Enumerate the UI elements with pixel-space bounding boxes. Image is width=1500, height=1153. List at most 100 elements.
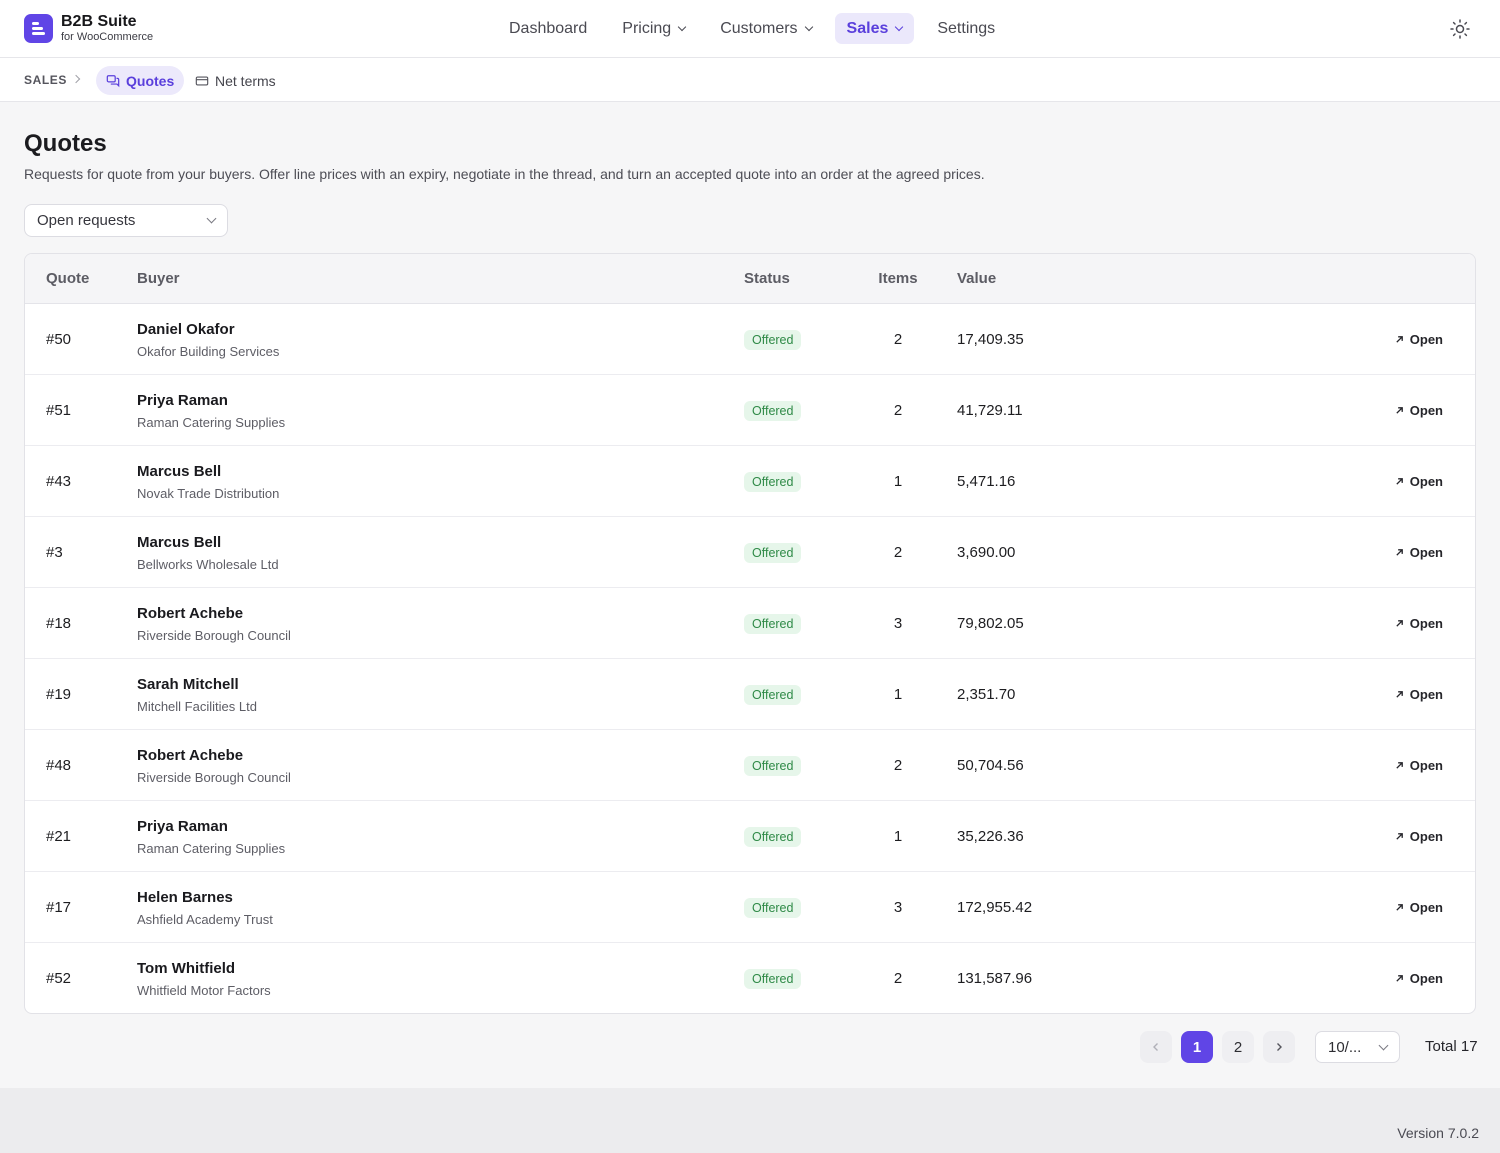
table-row[interactable]: #17 Helen Barnes Ashfield Academy Trust Off…	[25, 872, 1475, 943]
arrow-up-right-icon	[1396, 975, 1403, 982]
tab-quotes[interactable]: Quotes	[96, 66, 185, 95]
page-description: Requests for quote from your buyers. Off…	[24, 166, 985, 182]
table-row[interactable]: #48 Robert Achebe Riverside Borough Counci…	[25, 730, 1475, 801]
status-cell: Offered	[744, 472, 802, 492]
quote-id: #21	[46, 828, 72, 845]
nav-sales[interactable]: Sales	[834, 13, 915, 44]
nav-dashboard[interactable]: Dashboard	[497, 13, 599, 44]
table-row[interactable]: #19 Sarah Mitchell Mitchell Facilities Ltd…	[25, 659, 1475, 730]
open-label: Open	[1409, 971, 1443, 986]
open-quote-link[interactable]: Open	[1395, 829, 1443, 844]
page-1-button[interactable]: 1	[1181, 1031, 1213, 1063]
nav-pricing[interactable]: Pricing	[610, 13, 697, 44]
buyer-company: Whitfield Motor Factors	[137, 983, 271, 998]
open-quote-link[interactable]: Open	[1395, 758, 1443, 773]
total-count: Total 17	[1425, 1038, 1478, 1055]
buyer-company: Bellworks Wholesale Ltd	[137, 557, 279, 572]
buyer-company: Riverside Borough Council	[137, 628, 291, 643]
status-cell: Offered	[744, 401, 802, 421]
nav-settings[interactable]: Settings	[925, 13, 1007, 44]
card-icon	[195, 75, 209, 86]
table-row[interactable]: #51 Priya Raman Raman Catering Supplies Off…	[25, 375, 1475, 446]
open-label: Open	[1409, 545, 1443, 560]
status-cell: Offered	[744, 614, 802, 634]
status-badge: Offered	[744, 827, 802, 847]
table-row[interactable]: #18 Robert Achebe Riverside Borough Counci…	[25, 588, 1475, 659]
page-size-select[interactable]: 10/...	[1315, 1031, 1400, 1063]
buyer-name: Priya Raman	[137, 392, 228, 409]
status-badge: Offered	[744, 401, 802, 421]
status-badge: Offered	[744, 330, 802, 350]
chat-icon	[106, 74, 120, 87]
buyer-name: Priya Raman	[137, 818, 228, 835]
quote-value: 2,351.70	[957, 686, 1016, 703]
arrow-up-right-icon	[1396, 336, 1403, 343]
tab-net-terms[interactable]: Net terms	[185, 66, 286, 95]
quote-id: #52	[46, 970, 72, 987]
status-filter-select[interactable]: Open requests	[24, 204, 228, 237]
table-row[interactable]: #21 Priya Raman Raman Catering Supplies Off…	[25, 801, 1475, 872]
quote-value: 17,409.35	[957, 331, 1024, 348]
status-badge: Offered	[744, 756, 802, 776]
open-quote-link[interactable]: Open	[1395, 687, 1443, 702]
page-2-button[interactable]: 2	[1222, 1031, 1254, 1063]
table-row[interactable]: #52 Tom Whitfield Whitfield Motor Factors O…	[25, 943, 1475, 1013]
chevron-down-icon	[895, 22, 904, 31]
items-count: 2	[893, 544, 903, 561]
buyer-company: Mitchell Facilities Ltd	[137, 699, 257, 714]
items-count: 3	[893, 899, 903, 916]
chevron-down-icon	[206, 213, 217, 224]
table-row[interactable]: #3 Marcus Bell Bellworks Wholesale Ltd Offe…	[25, 517, 1475, 588]
open-quote-link[interactable]: Open	[1395, 971, 1443, 986]
open-label: Open	[1409, 829, 1443, 844]
col-status: Status	[744, 270, 790, 287]
nav-customers[interactable]: Customers	[708, 13, 823, 44]
breadcrumb-root[interactable]: SALES	[24, 73, 67, 87]
status-cell: Offered	[744, 543, 802, 563]
open-quote-link[interactable]: Open	[1395, 474, 1443, 489]
quote-value: 41,729.11	[957, 402, 1023, 419]
brand[interactable]: B2B Suite for WooCommerce	[24, 14, 153, 43]
chevron-right-icon	[71, 74, 81, 84]
buyer-name: Helen Barnes	[137, 889, 233, 906]
quote-id: #51	[46, 402, 72, 419]
table-row[interactable]: #50 Daniel Okafor Okafor Building Services…	[25, 304, 1475, 375]
buyer-company: Raman Catering Supplies	[137, 841, 286, 856]
open-quote-link[interactable]: Open	[1395, 900, 1443, 915]
buyer-name: Tom Whitfield	[137, 960, 236, 977]
buyer-name: Marcus Bell	[137, 463, 222, 480]
breadcrumb: SALES Quotes Net terms	[0, 58, 1500, 102]
sun-icon[interactable]	[1448, 17, 1472, 41]
open-quote-link[interactable]: Open	[1395, 332, 1443, 347]
next-page-button[interactable]	[1263, 1031, 1295, 1063]
arrow-up-right-icon	[1396, 833, 1403, 840]
table-row[interactable]: #43 Marcus Bell Novak Trade Distribution Of…	[25, 446, 1475, 517]
prev-page-button[interactable]	[1140, 1031, 1172, 1063]
items-count: 1	[893, 473, 903, 490]
tab-quotes-label: Quotes	[126, 72, 175, 89]
chevron-left-icon	[1153, 1043, 1158, 1051]
quote-id: #3	[46, 544, 63, 561]
tab-net-terms-label: Net terms	[215, 72, 276, 89]
col-quote: Quote	[46, 270, 90, 287]
status-cell: Offered	[744, 827, 802, 847]
quote-value: 50,704.56	[957, 757, 1024, 774]
buyer-name: Sarah Mitchell	[137, 676, 239, 693]
status-cell: Offered	[744, 969, 802, 989]
buyer-company: Ashfield Academy Trust	[137, 912, 273, 927]
table-body: #50 Daniel Okafor Okafor Building Services…	[25, 304, 1475, 1013]
quote-value: 5,471.16	[957, 473, 1016, 490]
status-filter-value: Open requests	[37, 212, 136, 229]
open-quote-link[interactable]: Open	[1395, 545, 1443, 560]
nav-settings-label: Settings	[937, 19, 996, 37]
buyer-company: Okafor Building Services	[137, 344, 280, 359]
quote-value: 79,802.05	[957, 615, 1024, 632]
chevron-down-icon	[1378, 1040, 1389, 1050]
arrow-up-right-icon	[1396, 904, 1403, 911]
items-count: 2	[893, 970, 903, 987]
open-quote-link[interactable]: Open	[1395, 616, 1443, 631]
open-quote-link[interactable]: Open	[1395, 403, 1443, 418]
open-label: Open	[1409, 758, 1443, 773]
version-label: Version 7.0.2	[1397, 1125, 1479, 1141]
top-bar: B2B Suite for WooCommerce Dashboard Pric…	[0, 0, 1500, 58]
